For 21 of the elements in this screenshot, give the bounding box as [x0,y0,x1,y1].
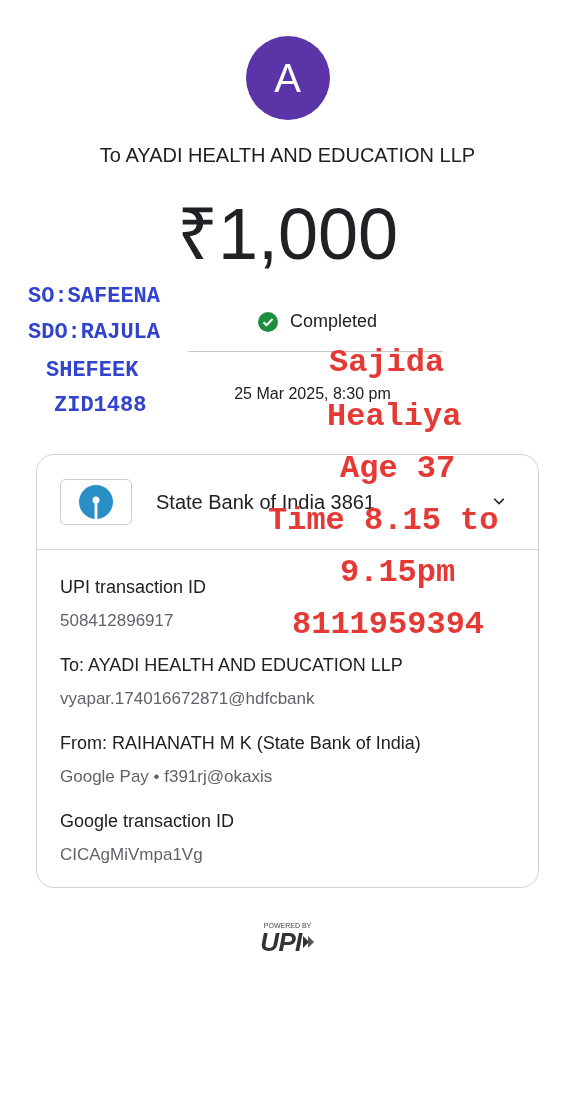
detail-label: To: AYADI HEALTH AND EDUCATION LLP [60,654,403,677]
avatar: A [245,36,330,120]
detail-value: 508412896917 [60,610,174,632]
detail-label: From: RAIHANATH M K (State Bank of India) [60,732,421,755]
annotation-text: ZID1488 [54,392,147,420]
arrow-icon [302,934,315,950]
upi-logo: UPI [260,929,302,955]
status-label: Completed [289,310,377,333]
detail-label: UPI transaction ID [60,576,207,599]
annotation-text: SO:SAFEENA [28,283,161,311]
annotation-text: SDO:RAJULA [28,319,161,347]
amount: ₹1,000 [176,198,399,270]
detail-value: Google Pay • f391rj@okaxis [60,766,273,788]
detail-value: vyapar.174016672871@hdfcbank [60,688,315,710]
bank-logo-icon [60,479,132,525]
annotation-text: SHEFEEK [46,357,139,385]
detail-label: Google transaction ID [60,810,235,833]
annotation-text: 8111959394 [292,613,485,637]
date-time: 25 Mar 2025, 8:30 pm [234,384,391,402]
detail-value: CICAgMiVmpa1Vg [60,844,203,866]
recipient-title: To AYADI HEALTH AND EDUCATION LLP [99,143,476,168]
